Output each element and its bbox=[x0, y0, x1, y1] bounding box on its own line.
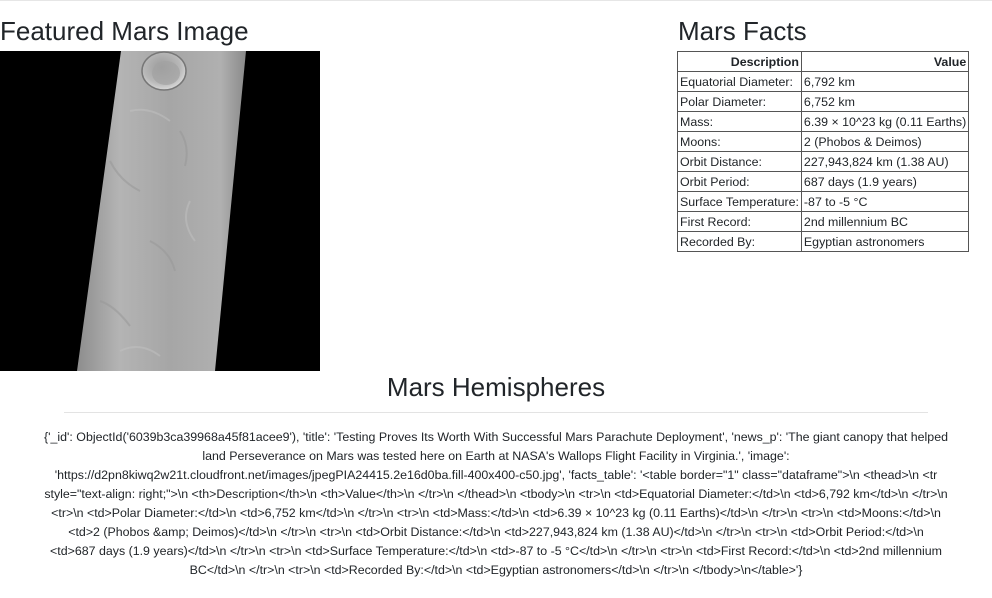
fact-description-cell: First Record: bbox=[677, 211, 802, 232]
fact-description-cell: Mass: bbox=[677, 111, 802, 132]
fact-description-cell: Equatorial Diameter: bbox=[677, 71, 802, 92]
fact-description-cell: Polar Diameter: bbox=[677, 91, 802, 112]
fact-value-cell: 227,943,824 km (1.38 AU) bbox=[800, 151, 970, 172]
fact-description-cell: Recorded By: bbox=[677, 231, 802, 252]
description-column-header: Description bbox=[677, 51, 802, 72]
table-row: Mass: 6.39 × 10^23 kg (0.11 Earths) bbox=[677, 111, 970, 132]
mars-facts-table: Description Value Equatorial Diameter: 6,… bbox=[677, 51, 970, 252]
fact-value-cell: 2nd millennium BC bbox=[800, 211, 970, 232]
mars-facts-title: Mars Facts bbox=[678, 16, 807, 46]
fact-description-cell: Orbit Period: bbox=[677, 171, 802, 192]
fact-description-cell: Orbit Distance: bbox=[677, 151, 802, 172]
mars-surface-strip-image bbox=[0, 51, 320, 371]
fact-value-cell: -87 to -5 °C bbox=[800, 191, 970, 212]
fact-value-cell: 6,792 km bbox=[800, 71, 970, 92]
table-row: Surface Temperature: -87 to -5 °C bbox=[677, 191, 970, 212]
table-row: Polar Diameter: 6,752 km bbox=[677, 91, 970, 112]
fact-description-cell: Moons: bbox=[677, 131, 802, 152]
table-row: First Record: 2nd millennium BC bbox=[677, 211, 970, 232]
table-row: Recorded By: Egyptian astronomers bbox=[677, 231, 970, 252]
top-divider bbox=[0, 0, 992, 1]
fact-description-cell: Surface Temperature: bbox=[677, 191, 802, 212]
table-row: Equatorial Diameter: 6,792 km bbox=[677, 71, 970, 92]
fact-value-cell: Egyptian astronomers bbox=[800, 231, 970, 252]
table-row: Orbit Distance: 227,943,824 km (1.38 AU) bbox=[677, 151, 970, 172]
featured-mars-image[interactable] bbox=[0, 51, 320, 371]
raw-record-text: {'_id': ObjectId('6039b3ca39968a45f81ace… bbox=[44, 430, 948, 577]
value-column-header: Value bbox=[800, 51, 970, 72]
fact-value-cell: 687 days (1.9 years) bbox=[800, 171, 970, 192]
mars-hemispheres-title: Mars Hemispheres bbox=[386, 372, 606, 402]
table-row: Orbit Period: 687 days (1.9 years) bbox=[677, 171, 970, 192]
table-header-row: Description Value bbox=[677, 51, 970, 72]
fact-value-cell: 2 (Phobos & Deimos) bbox=[800, 131, 970, 152]
fact-value-cell: 6.39 × 10^23 kg (0.11 Earths) bbox=[800, 111, 970, 132]
fact-value-cell: 6,752 km bbox=[800, 91, 970, 112]
table-row: Moons: 2 (Phobos & Deimos) bbox=[677, 131, 970, 152]
featured-image-title: Featured Mars Image bbox=[0, 16, 249, 46]
hemispheres-divider bbox=[64, 412, 928, 413]
